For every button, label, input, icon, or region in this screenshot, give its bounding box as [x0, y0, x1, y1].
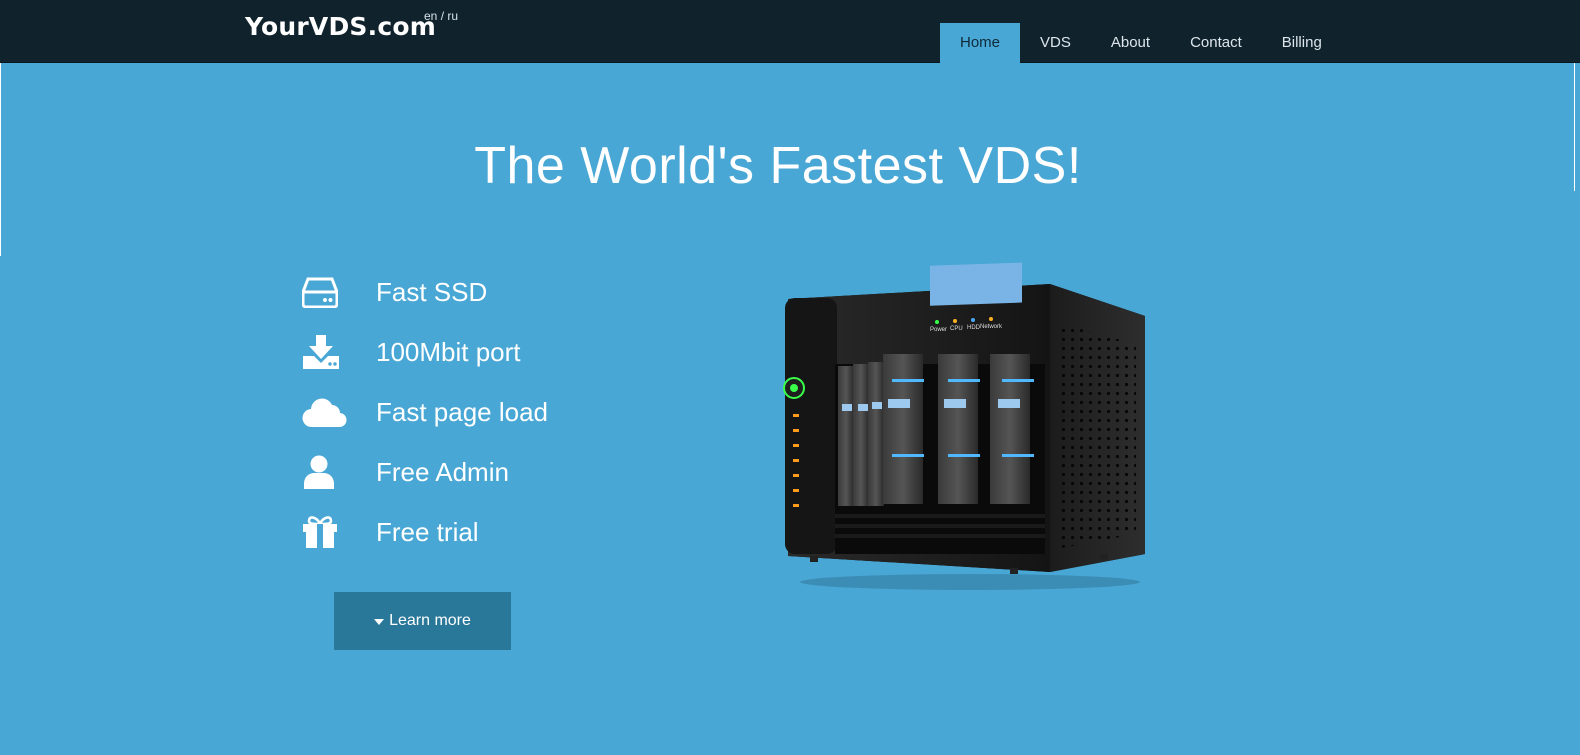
learn-more-button[interactable]: Learn more	[334, 592, 511, 650]
feature-item: Fast page load	[302, 382, 548, 442]
hero-title: The World's Fastest VDS!	[474, 137, 1082, 195]
user-icon	[302, 452, 348, 492]
hdd-icon	[302, 272, 348, 312]
panel-label-network: Network	[980, 324, 1003, 330]
nav-home[interactable]: Home	[940, 23, 1021, 63]
panel-label-hdd: HDD	[967, 325, 981, 331]
cloud-icon	[302, 392, 348, 432]
panel-label-cpu: CPU	[950, 326, 963, 332]
feature-label: Fast page load	[376, 396, 549, 427]
hero-edge-right	[1574, 63, 1575, 191]
brand-logo[interactable]: YourVDS.com	[245, 12, 436, 41]
feature-item: 100Mbit port	[302, 322, 548, 382]
language-switcher: en / ru	[424, 9, 458, 23]
feature-item: Free Admin	[302, 442, 548, 502]
learn-more-label: Learn more	[389, 612, 471, 629]
server-image: Power CPU HDD Network	[783, 262, 1145, 590]
feature-label: Free trial	[376, 516, 479, 547]
caret-down-icon	[374, 619, 385, 625]
panel-label-power: Power	[930, 327, 947, 333]
lang-ru-link[interactable]: ru	[447, 9, 458, 23]
nav-contact[interactable]: Contact	[1170, 23, 1262, 63]
main-nav: Home VDS About Contact Billing	[940, 23, 1342, 63]
feature-item: Free trial	[302, 502, 548, 562]
feature-label: 100Mbit port	[376, 336, 521, 367]
feature-label: Fast SSD	[376, 276, 488, 307]
nav-vds[interactable]: VDS	[1020, 23, 1091, 63]
feature-list: Fast SSD 100Mbit port Fast page load Fre…	[302, 262, 548, 562]
lang-separator: /	[437, 9, 448, 23]
nav-about[interactable]: About	[1091, 23, 1170, 63]
download-icon	[302, 332, 348, 372]
gift-icon	[302, 512, 348, 552]
feature-label: Free Admin	[376, 456, 509, 487]
top-navbar: YourVDS.com en / ru Home VDS About Conta…	[0, 0, 1580, 63]
feature-item: Fast SSD	[302, 262, 548, 322]
nav-billing[interactable]: Billing	[1262, 23, 1342, 63]
lang-en-link[interactable]: en	[424, 9, 437, 23]
